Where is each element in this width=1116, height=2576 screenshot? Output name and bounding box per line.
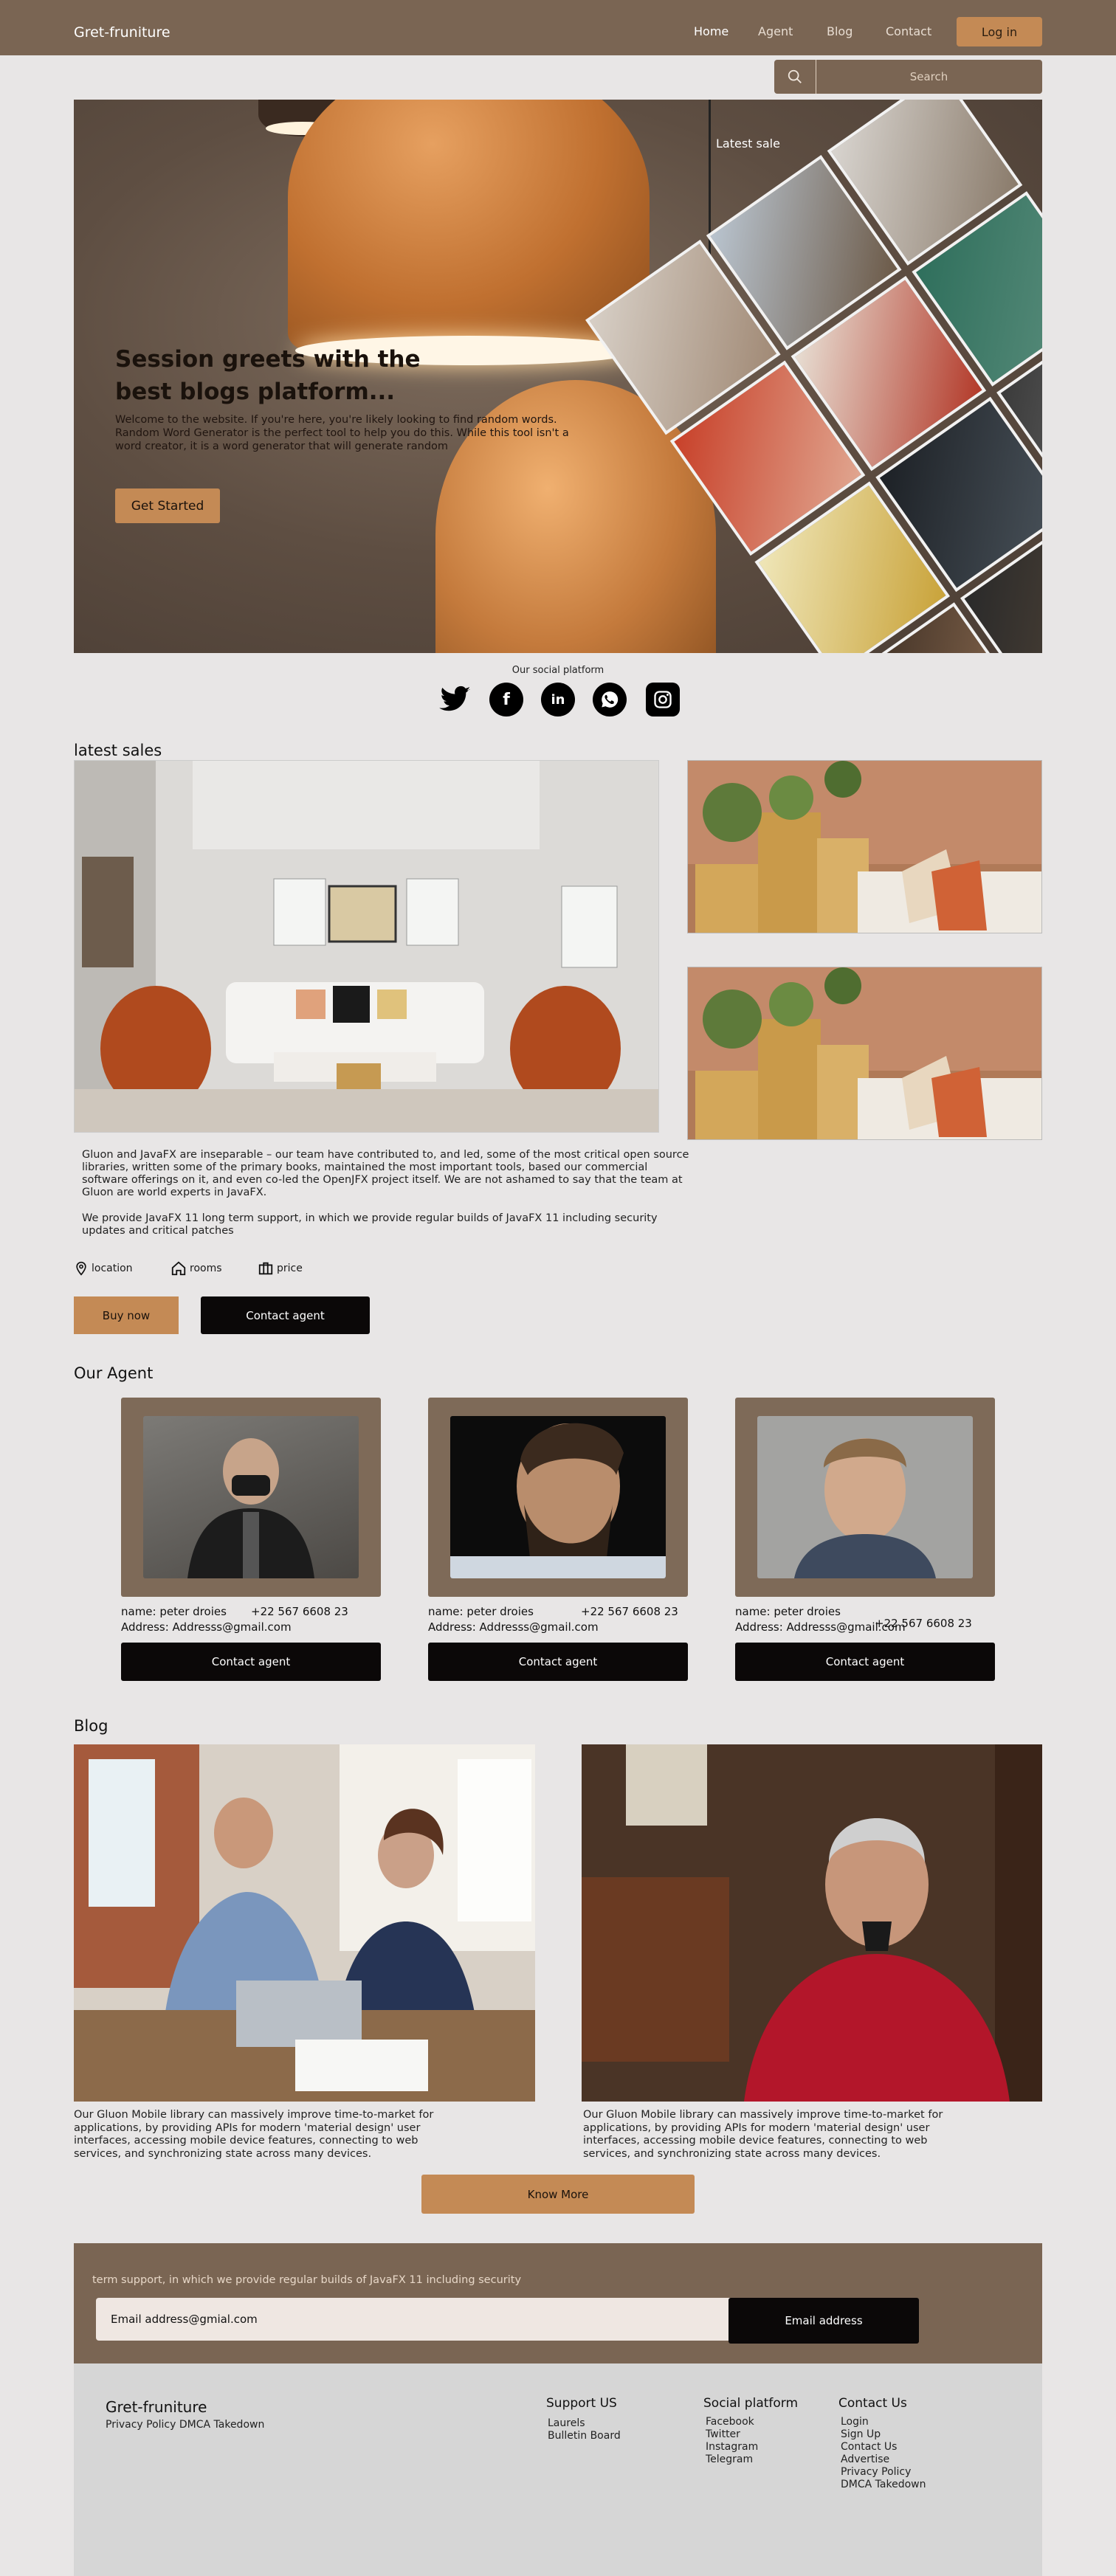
nav-agent[interactable]: Agent [758,24,793,38]
top-navbar: Gret-fruniture Home Agent Blog Contact L… [0,0,1116,55]
meta-rooms: rooms [170,1260,222,1277]
hero-banner: Latest sale Session greets with the best… [74,100,1042,653]
footer-social-link[interactable]: Instagram [706,2441,758,2454]
agent-photo [450,1416,666,1578]
facebook-icon[interactable]: f [489,683,523,716]
footer-contact-link[interactable]: Privacy Policy [841,2466,911,2479]
blog-image[interactable] [582,1744,1042,2102]
agent-card [428,1398,688,1597]
email-submit-button[interactable]: Email address [728,2298,919,2344]
meta-price: price [258,1260,303,1277]
footer-social-link[interactable]: Twitter [706,2428,740,2441]
know-more-button[interactable]: Know More [421,2175,695,2214]
nav-blog[interactable]: Blog [827,24,852,38]
buy-now-button[interactable]: Buy now [74,1296,179,1334]
latest-sale-label: Latest sale [716,137,780,151]
get-started-button[interactable]: Get Started [115,488,220,523]
our-agent-title: Our Agent [74,1364,154,1382]
search-bar [774,60,1042,94]
agent-name: name: peter droies [428,1605,534,1618]
contact-agent-button[interactable]: Contact agent [121,1643,381,1681]
location-label: location [92,1263,133,1274]
footer-social-link[interactable]: Facebook [706,2416,754,2428]
briefcase-icon [258,1262,273,1275]
sales-description: Gluon and JavaFX are inseparable – our t… [82,1149,689,1198]
location-pin-icon [76,1261,86,1276]
agent-photo [143,1416,359,1578]
footer: Gret-fruniture Privacy Policy DMCA Taked… [74,2363,1042,2576]
login-button[interactable]: Log in [957,17,1042,46]
sales-side-image[interactable] [687,760,1042,933]
newsletter-text: term support, in which we provide regula… [92,2274,522,2286]
brand-logo[interactable]: Gret-fruniture [74,24,170,41]
blog-image[interactable] [74,1744,535,2102]
footer-contact-link[interactable]: Sign Up [841,2428,881,2441]
blog-post-text: Our Gluon Mobile library can massively i… [583,2109,943,2160]
footer-social-link[interactable]: Telegram [706,2454,753,2466]
footer-support-link[interactable]: Bulletin Board [548,2430,621,2442]
footer-brand[interactable]: Gret-fruniture [106,2398,207,2416]
latest-sales-title: latest sales [74,742,162,759]
agent-phone: +22 567 6608 23 [581,1605,678,1618]
footer-contact-link[interactable]: Advertise [841,2454,889,2466]
blog-title: Blog [74,1717,108,1735]
instagram-icon[interactable] [646,683,680,716]
agent-address: Address: Addresss@gmail.com [735,1620,906,1634]
nav-contact[interactable]: Contact [886,24,931,38]
search-icon [788,69,802,83]
agent-photo [757,1416,973,1578]
search-input[interactable] [817,60,1041,94]
price-label: price [277,1263,303,1274]
newsletter-section: term support, in which we provide regula… [74,2243,1042,2363]
agent-name: name: peter droies [121,1605,227,1618]
hero-title: Session greets with the best blogs platf… [115,346,421,405]
footer-contact-link[interactable]: Contact Us [841,2441,897,2454]
footer-contact-title: Contact Us [838,2396,907,2411]
blog-post-text: Our Gluon Mobile library can massively i… [74,2109,434,2160]
rooms-label: rooms [190,1263,222,1274]
home-icon [171,1261,186,1276]
contact-agent-button[interactable]: Contact agent [735,1643,995,1681]
contact-agent-button[interactable]: Contact agent [428,1643,688,1681]
footer-support-link[interactable]: Laurels [548,2417,585,2430]
linkedin-icon[interactable]: in [541,683,575,716]
nav-home[interactable]: Home [694,24,728,38]
sales-main-image[interactable] [74,760,659,1133]
footer-support-title: Support US [546,2396,617,2411]
email-field[interactable] [96,2298,805,2341]
footer-social-title: Social platform [703,2396,799,2411]
hero-description: Welcome to the website. If you're here, … [115,414,569,452]
footer-policy-links[interactable]: Privacy Policy DMCA Takedown [106,2419,264,2431]
footer-contact-link[interactable]: DMCA Takedown [841,2479,926,2491]
search-button[interactable] [774,60,816,94]
sales-support-text: We provide JavaFX 11 long term support, … [82,1212,658,1237]
social-label: Our social platform [512,665,604,676]
agent-address: Address: Addresss@gmail.com [428,1620,599,1634]
agent-name: name: peter droies [735,1605,841,1618]
agent-card [735,1398,995,1597]
agent-address: Address: Addresss@gmail.com [121,1620,292,1634]
whatsapp-icon[interactable] [593,683,627,716]
meta-location: location [74,1260,133,1277]
sales-side-image[interactable] [687,967,1042,1140]
agent-card [121,1398,381,1597]
contact-agent-button[interactable]: Contact agent [201,1296,370,1334]
agent-phone: +22 567 6608 23 [251,1605,348,1618]
footer-contact-link[interactable]: Login [841,2416,869,2428]
twitter-icon[interactable] [438,683,472,716]
